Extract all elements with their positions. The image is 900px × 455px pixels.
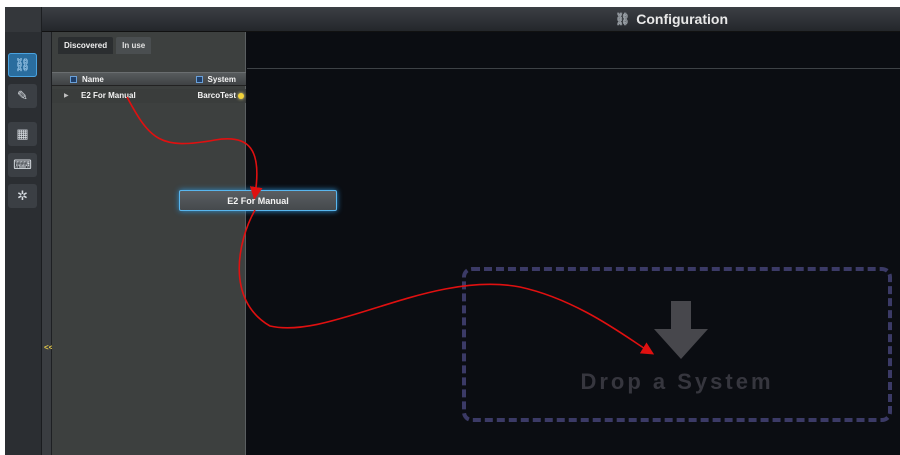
page-title-label: Configuration [636, 11, 728, 27]
drop-zone-label: Drop a System [580, 369, 774, 394]
edit-icon: ✎ [17, 88, 28, 103]
column-header-name[interactable]: Name [70, 75, 104, 84]
dragged-system-chip[interactable]: E2 For Manual [179, 190, 337, 211]
drop-zone[interactable]: Drop a System [462, 267, 892, 422]
sort-icon [195, 76, 203, 83]
panel-tabs: Discovered In use [52, 32, 246, 54]
column-header-system-label: System [207, 75, 236, 84]
gear-icon: ✲ [17, 188, 28, 203]
tab-discovered[interactable]: Discovered [58, 37, 114, 54]
down-arrow-icon [654, 301, 708, 359]
status-indicator-icon [238, 93, 244, 99]
tab-in-use[interactable]: In use [116, 37, 152, 54]
nav-edit-button[interactable]: ✎ [8, 84, 37, 108]
left-nav-rail: ⛓ ✎ ▦ ⌨ ✲ [5, 32, 42, 455]
table-header: Name System [52, 72, 246, 86]
app-window: ⛓ Configuration ⛓ ✎ ▦ ⌨ ✲ << Discovered … [5, 7, 900, 455]
column-header-name-label: Name [82, 75, 104, 84]
nav-keyboard-button[interactable]: ⌨ [8, 153, 37, 177]
sort-icon [70, 76, 77, 83]
page-title: ⛓ Configuration [615, 11, 728, 27]
discovered-panel: Discovered In use Name System ▶ E2 For M… [52, 32, 246, 455]
system-type: BarcoTest [197, 91, 236, 100]
grid-icon: ▦ [16, 126, 29, 141]
expand-arrow-icon[interactable]: ▶ [64, 92, 69, 99]
network-icon: ⛓ [14, 57, 31, 72]
panel-collapse-strip[interactable] [42, 32, 52, 455]
keyboard-icon: ⌨ [13, 157, 32, 172]
canvas-divider [247, 68, 900, 69]
network-icon: ⛓ [615, 12, 631, 26]
column-header-system[interactable]: System [195, 75, 236, 84]
nav-grid-button[interactable]: ▦ [8, 122, 37, 146]
title-bar: ⛓ Configuration [5, 7, 900, 32]
nav-network-button[interactable]: ⛓ [8, 53, 37, 77]
nav-settings-button[interactable]: ✲ [8, 184, 37, 208]
table-row[interactable]: ▶ E2 For Manual BarcoTest [52, 89, 246, 103]
system-name: E2 For Manual [81, 91, 136, 100]
title-bar-corner [5, 7, 42, 32]
